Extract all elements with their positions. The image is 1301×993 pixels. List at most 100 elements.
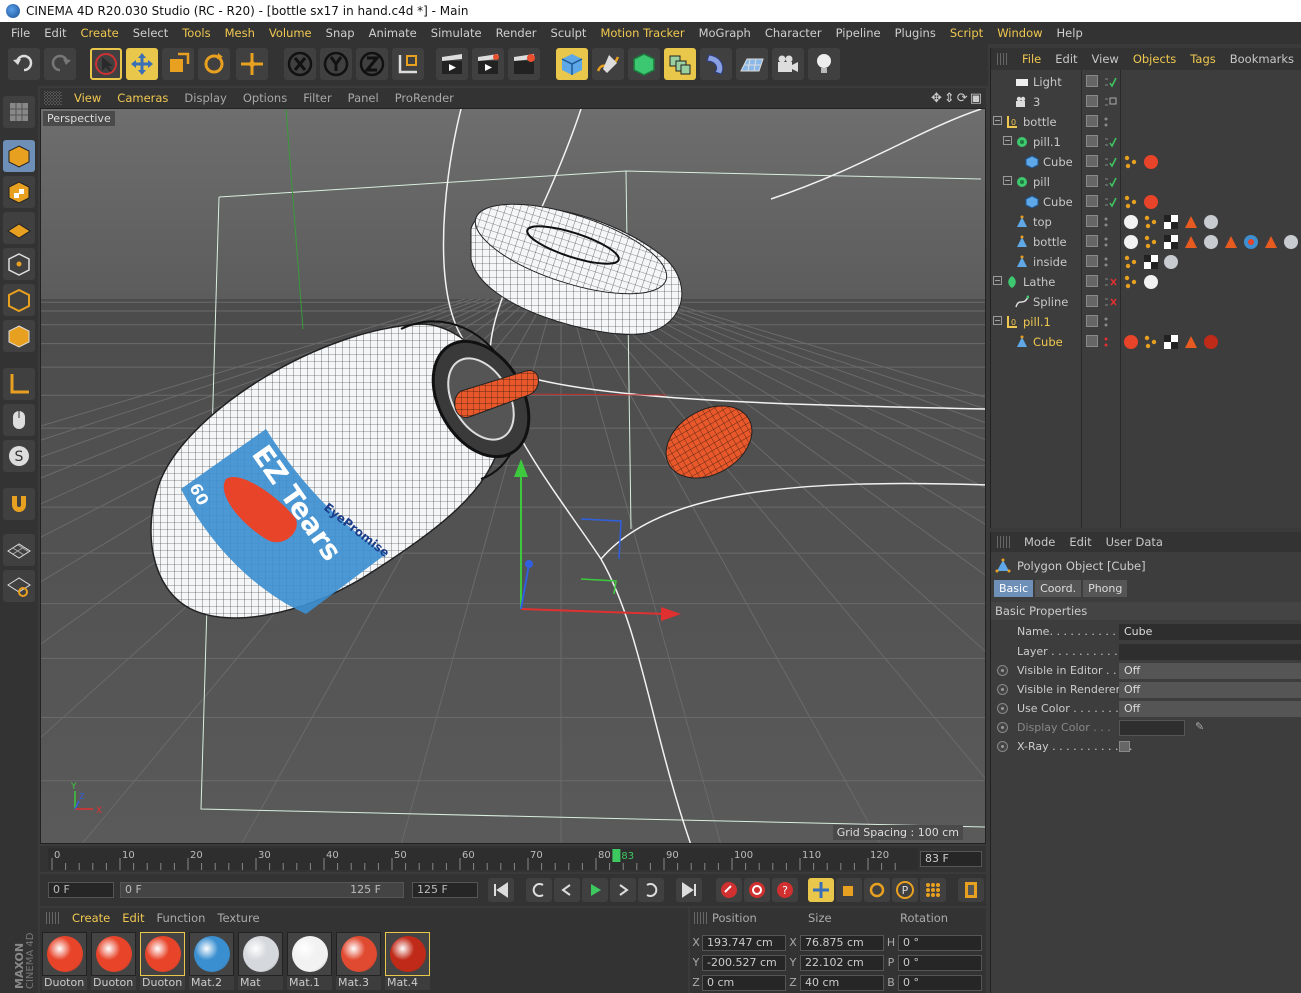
viewport-menu-prorender[interactable]: ProRender <box>387 91 462 105</box>
edges-mode-button[interactable] <box>3 284 35 316</box>
object-row[interactable]: −0 bottle <box>991 112 1301 132</box>
object-name[interactable]: Cube <box>1043 155 1073 169</box>
object-row[interactable]: inside <box>991 252 1301 272</box>
timeline[interactable]: 0 10 20 30 40 50 60 70 80 90 100 110 120 83 83 F <box>40 846 986 872</box>
visible-in-renderer-select[interactable]: Off <box>1119 682 1301 698</box>
spline-pen-button[interactable] <box>592 48 624 80</box>
object-name[interactable]: Spline <box>1033 295 1068 309</box>
visibility-toggle-icon[interactable] <box>1103 155 1117 169</box>
visibility-toggle-icon[interactable] <box>1103 95 1117 109</box>
grey-material-tag-icon[interactable] <box>1283 234 1299 250</box>
material-tag-icon[interactable] <box>1143 334 1159 350</box>
expand-toggle-icon[interactable]: − <box>993 116 1002 125</box>
menu-animate[interactable]: Animate <box>362 26 424 40</box>
use-color-select[interactable]: Off <box>1119 701 1301 717</box>
layer-toggle[interactable] <box>1086 95 1098 107</box>
object-name[interactable]: 3 <box>1033 95 1040 109</box>
om-menu-objects[interactable]: Objects <box>1126 52 1183 66</box>
menu-help[interactable]: Help <box>1050 26 1090 40</box>
next-key-button[interactable] <box>638 878 664 902</box>
rotation-h-field[interactable]: 0 ° <box>898 935 982 951</box>
previous-key-button[interactable] <box>526 878 552 902</box>
object-row[interactable]: − pill.1 <box>991 132 1301 152</box>
layer-toggle[interactable] <box>1086 295 1098 307</box>
om-menu-view[interactable]: View <box>1085 52 1126 66</box>
key-pla-button[interactable] <box>920 878 946 902</box>
visibility-toggle-icon[interactable] <box>1103 235 1117 249</box>
viewport-menu-view[interactable]: View <box>66 91 109 105</box>
animate-radio-icon[interactable] <box>997 703 1008 714</box>
selection-tag-icon[interactable] <box>1183 334 1199 350</box>
render-settings-button[interactable] <box>508 48 540 80</box>
animate-radio-icon[interactable] <box>997 684 1008 695</box>
tweak-mode-button[interactable] <box>3 404 35 436</box>
red-material-tag-icon[interactable] <box>1143 154 1159 170</box>
toggle-view-icon[interactable]: ▣ <box>970 91 982 106</box>
snap-button[interactable] <box>3 488 35 520</box>
viewport-menu-options[interactable]: Options <box>235 91 295 105</box>
uvw-tag-icon[interactable] <box>1163 234 1179 250</box>
menu-script[interactable]: Script <box>943 26 990 40</box>
object-name[interactable]: inside <box>1033 255 1067 269</box>
menu-mesh[interactable]: Mesh <box>218 26 262 40</box>
menu-mograph[interactable]: MoGraph <box>692 26 758 40</box>
panel-grip[interactable] <box>694 912 708 924</box>
layer-input[interactable] <box>1119 644 1301 660</box>
polygons-mode-button[interactable] <box>3 320 35 352</box>
selection-tag-icon[interactable] <box>1223 234 1239 250</box>
menu-volume[interactable]: Volume <box>262 26 319 40</box>
expand-toggle-icon[interactable]: − <box>993 316 1002 325</box>
selection-tag-icon[interactable] <box>1183 234 1199 250</box>
menu-sculpt[interactable]: Sculpt <box>544 26 594 40</box>
tab-basic[interactable]: Basic <box>994 580 1034 597</box>
layer-toggle[interactable] <box>1086 335 1098 347</box>
menu-window[interactable]: Window <box>990 26 1049 40</box>
white-material-tag-icon[interactable] <box>1123 214 1139 230</box>
make-editable-button[interactable] <box>3 96 35 128</box>
go-to-end-button[interactable] <box>676 878 702 902</box>
uvw-tag-icon[interactable] <box>1163 334 1179 350</box>
position-z-field[interactable]: 0 cm <box>702 975 786 991</box>
white-material-tag-icon[interactable] <box>1123 234 1139 250</box>
layer-toggle[interactable] <box>1086 235 1098 247</box>
layer-toggle[interactable] <box>1086 155 1098 167</box>
visibility-toggle-icon[interactable] <box>1103 175 1117 189</box>
playhead[interactable] <box>612 849 621 862</box>
material-swatch[interactable]: Duoton <box>42 932 87 990</box>
visibility-toggle-icon[interactable] <box>1103 75 1117 89</box>
grey-material-tag-icon[interactable] <box>1203 234 1219 250</box>
object-name[interactable]: pill <box>1033 175 1050 189</box>
object-name[interactable]: pill.1 <box>1033 135 1061 149</box>
layer-toggle[interactable] <box>1086 175 1098 187</box>
rotation-b-field[interactable]: 0 ° <box>898 975 982 991</box>
timeline-window-button[interactable] <box>958 878 984 902</box>
end-frame-field[interactable]: 125 F <box>412 882 478 898</box>
object-row[interactable]: bottle <box>991 232 1301 252</box>
menu-snap[interactable]: Snap <box>319 26 362 40</box>
white-material-tag-icon[interactable] <box>1143 274 1159 290</box>
dark-red-material-tag-icon[interactable] <box>1203 334 1219 350</box>
next-frame-button[interactable] <box>610 878 636 902</box>
key-scale-button[interactable] <box>836 878 862 902</box>
autokeying-button[interactable] <box>744 878 770 902</box>
om-menu-file[interactable]: File <box>1015 52 1048 66</box>
pan-view-icon[interactable]: ✥ <box>931 91 942 106</box>
size-z-field[interactable]: 40 cm <box>800 975 884 991</box>
material-swatch[interactable]: Mat.4 <box>385 932 430 990</box>
layer-toggle[interactable] <box>1086 275 1098 287</box>
keyframe-selection-button[interactable]: ? <box>772 878 798 902</box>
dolly-view-icon[interactable]: ⇕ <box>944 91 955 106</box>
visibility-toggle-icon[interactable] <box>1103 255 1117 269</box>
uvw-tag-icon[interactable] <box>1143 254 1159 270</box>
solo-button[interactable]: S <box>3 440 35 472</box>
om-menu-edit[interactable]: Edit <box>1048 52 1084 66</box>
layer-toggle[interactable] <box>1086 75 1098 87</box>
am-menu-mode[interactable]: Mode <box>1017 535 1062 549</box>
material-menu-texture[interactable]: Texture <box>211 911 265 925</box>
animate-radio-icon[interactable] <box>997 665 1008 676</box>
redo-button[interactable] <box>44 48 76 80</box>
visibility-toggle-icon[interactable] <box>1103 335 1117 349</box>
expand-toggle-icon[interactable]: − <box>1003 136 1012 145</box>
render-picture-viewer-button[interactable] <box>472 48 504 80</box>
object-name[interactable]: Light <box>1033 75 1062 89</box>
